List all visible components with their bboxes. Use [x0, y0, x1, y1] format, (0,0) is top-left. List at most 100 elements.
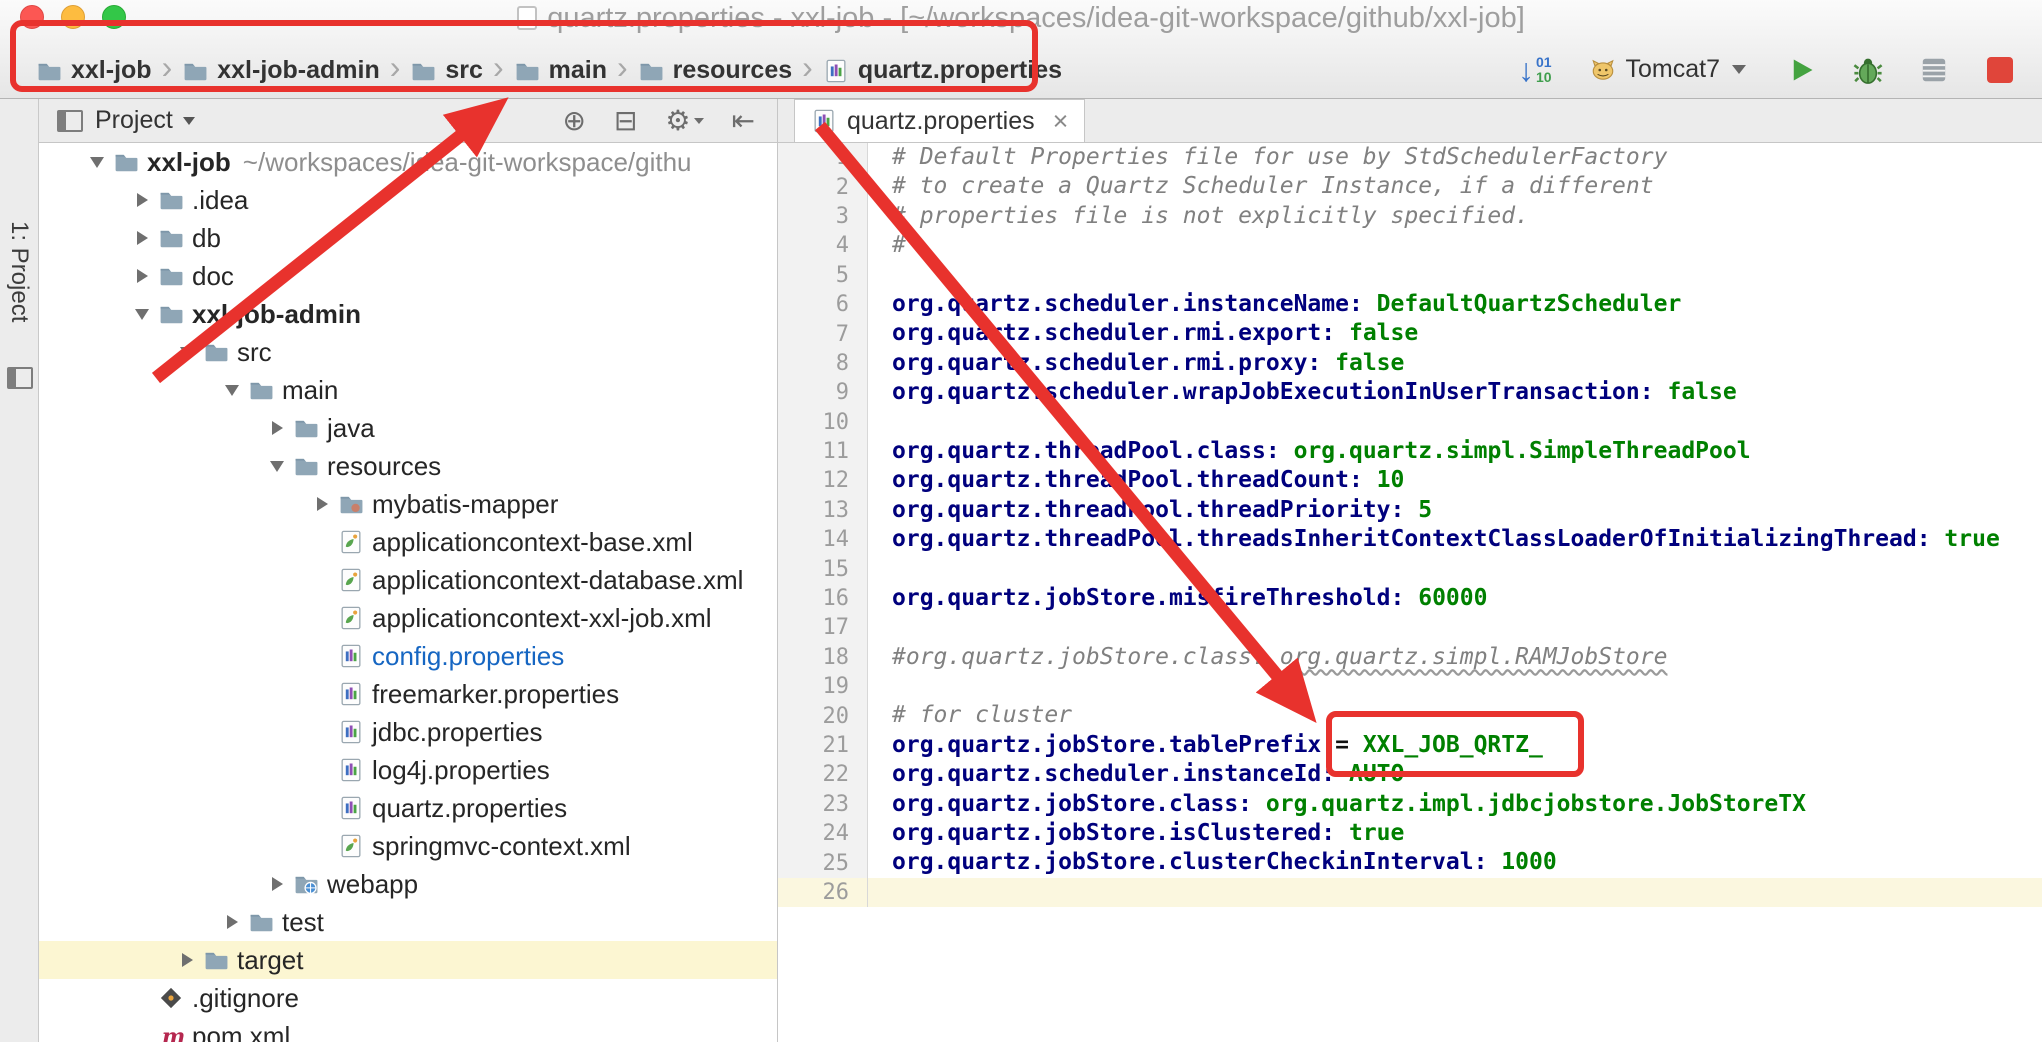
- tree-row-db[interactable]: db: [39, 219, 777, 257]
- run-button[interactable]: [1784, 52, 1820, 88]
- code-line-19[interactable]: 19: [778, 672, 2042, 701]
- tree-row-webapp[interactable]: webapp: [39, 865, 777, 903]
- code-line-13[interactable]: 13org.quartz.threadPool.threadPriority: …: [778, 496, 2042, 525]
- folder-icon: [293, 453, 319, 479]
- tree-row-xxl-job[interactable]: xxl-job~/workspaces/idea-git-workspace/g…: [39, 143, 777, 181]
- code-line-2[interactable]: 2# to create a Quartz Scheduler Instance…: [778, 172, 2042, 201]
- code-line-14[interactable]: 14org.quartz.threadPool.threadsInheritCo…: [778, 525, 2042, 554]
- tree-row-quartz.properties[interactable]: quartz.properties: [39, 789, 777, 827]
- code-text: org.quartz.threadPool.threadCount: 10: [868, 466, 1404, 495]
- code-line-7[interactable]: 7org.quartz.scheduler.rmi.export: false: [778, 319, 2042, 348]
- breadcrumb-item-xxl-job[interactable]: xxl-job: [36, 56, 152, 85]
- vcs-update-button[interactable]: ↓ 0110: [1518, 54, 1552, 86]
- maven-file-icon: m: [158, 1023, 184, 1042]
- expand-arrow-icon[interactable]: [265, 877, 289, 891]
- collapse-arrow-icon[interactable]: [175, 347, 199, 358]
- tree-row-xxl-job-admin[interactable]: xxl-job-admin: [39, 295, 777, 333]
- tree-row-applicationcontext-xxl-job.xml[interactable]: applicationcontext-xxl-job.xml: [39, 599, 777, 637]
- play-icon: [1787, 55, 1817, 85]
- expand-arrow-icon[interactable]: [220, 915, 244, 929]
- code-line-20[interactable]: 20# for cluster: [778, 701, 2042, 730]
- project-panel-title[interactable]: Project: [95, 106, 173, 135]
- expand-arrow-icon[interactable]: [310, 497, 334, 511]
- tree-row-main[interactable]: main: [39, 371, 777, 409]
- code-line-1[interactable]: 1# Default Properties file for use by St…: [778, 143, 2042, 172]
- code-line-6[interactable]: 6org.quartz.scheduler.instanceName: Defa…: [778, 290, 2042, 319]
- breadcrumb-item-resources[interactable]: resources: [638, 56, 793, 85]
- expand-arrow-icon[interactable]: [175, 953, 199, 967]
- code-line-25[interactable]: 25org.quartz.jobStore.clusterCheckinInte…: [778, 848, 2042, 877]
- line-number: 6: [778, 290, 868, 319]
- code-line-18[interactable]: 18#org.quartz.jobStore.class: org.quartz…: [778, 643, 2042, 672]
- breadcrumb-item-src[interactable]: src: [410, 56, 483, 85]
- expand-arrow-icon[interactable]: [130, 269, 154, 283]
- tree-row-applicationcontext-base.xml[interactable]: applicationcontext-base.xml: [39, 523, 777, 561]
- collapse-all-button[interactable]: ⊟: [614, 107, 637, 135]
- debug-button[interactable]: [1850, 52, 1886, 88]
- line-number: 20: [778, 701, 868, 730]
- code-line-11[interactable]: 11org.quartz.threadPool.class: org.quart…: [778, 437, 2042, 466]
- tab-quartz-properties[interactable]: quartz.properties ×: [794, 99, 1085, 142]
- code-line-8[interactable]: 8org.quartz.scheduler.rmi.proxy: false: [778, 349, 2042, 378]
- tree-row-pom.xml[interactable]: mpom.xml: [39, 1017, 777, 1042]
- code-line-5[interactable]: 5: [778, 261, 2042, 290]
- code-line-15[interactable]: 15: [778, 554, 2042, 583]
- hide-panel-button[interactable]: ⇤: [732, 107, 755, 135]
- code-line-22[interactable]: 22org.quartz.scheduler.instanceId: AUTO: [778, 760, 2042, 789]
- code-line-24[interactable]: 24org.quartz.jobStore.isClustered: true: [778, 819, 2042, 848]
- code-line-10[interactable]: 10: [778, 408, 2042, 437]
- project-toolwindow-button[interactable]: 1: Project: [5, 221, 33, 322]
- tree-row-jdbc.properties[interactable]: jdbc.properties: [39, 713, 777, 751]
- tab-label: quartz.properties: [847, 107, 1035, 136]
- collapse-arrow-icon[interactable]: [85, 157, 109, 168]
- code-text: org.quartz.threadPool.threadsInheritCont…: [868, 525, 2000, 554]
- tree-label: freemarker.properties: [372, 679, 619, 710]
- code-line-3[interactable]: 3# properties file is not explicitly spe…: [778, 202, 2042, 231]
- expand-arrow-icon[interactable]: [130, 231, 154, 245]
- code-line-21[interactable]: 21org.quartz.jobStore.tablePrefix = XXL_…: [778, 731, 2042, 760]
- expand-arrow-icon[interactable]: [130, 193, 154, 207]
- code-text: [868, 878, 892, 907]
- code-line-12[interactable]: 12org.quartz.threadPool.threadCount: 10: [778, 466, 2042, 495]
- code-line-17[interactable]: 17: [778, 613, 2042, 642]
- tree-row-resources[interactable]: resources: [39, 447, 777, 485]
- run-configuration-selector[interactable]: Tomcat7: [1582, 51, 1754, 88]
- tree-label: quartz.properties: [372, 793, 567, 824]
- code-line-26[interactable]: 26: [778, 878, 2042, 907]
- close-tab-icon[interactable]: ×: [1053, 108, 1069, 135]
- panel-settings-button[interactable]: ⚙: [665, 107, 703, 135]
- breadcrumb-item-quartz.properties[interactable]: quartz.properties: [823, 56, 1062, 85]
- tree-row-.idea[interactable]: .idea: [39, 181, 777, 219]
- tree-row-target[interactable]: target: [39, 941, 777, 979]
- tree-row-springmvc-context.xml[interactable]: springmvc-context.xml: [39, 827, 777, 865]
- tree-row-log4j.properties[interactable]: log4j.properties: [39, 751, 777, 789]
- expand-arrow-icon[interactable]: [265, 421, 289, 435]
- tree-row-test[interactable]: test: [39, 903, 777, 941]
- tree-row-config.properties[interactable]: config.properties: [39, 637, 777, 675]
- tree-row-doc[interactable]: doc: [39, 257, 777, 295]
- code-line-16[interactable]: 16org.quartz.jobStore.misfireThreshold: …: [778, 584, 2042, 613]
- tree-row-freemarker.properties[interactable]: freemarker.properties: [39, 675, 777, 713]
- locate-button[interactable]: ⊕: [562, 107, 585, 135]
- coverage-button[interactable]: [1916, 52, 1952, 88]
- tree-row-java[interactable]: java: [39, 409, 777, 447]
- breadcrumb-item-xxl-job-admin[interactable]: xxl-job-admin: [182, 56, 380, 85]
- collapse-arrow-icon[interactable]: [220, 385, 244, 396]
- code-text: [868, 554, 892, 583]
- stop-button[interactable]: [1982, 52, 2018, 88]
- breadcrumb-item-main[interactable]: main: [514, 56, 607, 85]
- line-number: 15: [778, 554, 868, 583]
- collapse-arrow-icon[interactable]: [130, 309, 154, 320]
- document-icon: [517, 6, 537, 30]
- tree-row-.gitignore[interactable]: .gitignore: [39, 979, 777, 1017]
- code-line-23[interactable]: 23org.quartz.jobStore.class: org.quartz.…: [778, 790, 2042, 819]
- collapse-arrow-icon[interactable]: [265, 461, 289, 472]
- line-number: 13: [778, 496, 868, 525]
- tree-row-mybatis-mapper[interactable]: mybatis-mapper: [39, 485, 777, 523]
- tree-row-applicationcontext-database.xml[interactable]: applicationcontext-database.xml: [39, 561, 777, 599]
- code-line-9[interactable]: 9org.quartz.scheduler.wrapJobExecutionIn…: [778, 378, 2042, 407]
- tree-row-src[interactable]: src: [39, 333, 777, 371]
- folder-icon: [638, 58, 664, 84]
- code-line-4[interactable]: 4#: [778, 231, 2042, 260]
- window-title-text: quartz.properties - xxl-job - [~/workspa…: [547, 2, 1525, 34]
